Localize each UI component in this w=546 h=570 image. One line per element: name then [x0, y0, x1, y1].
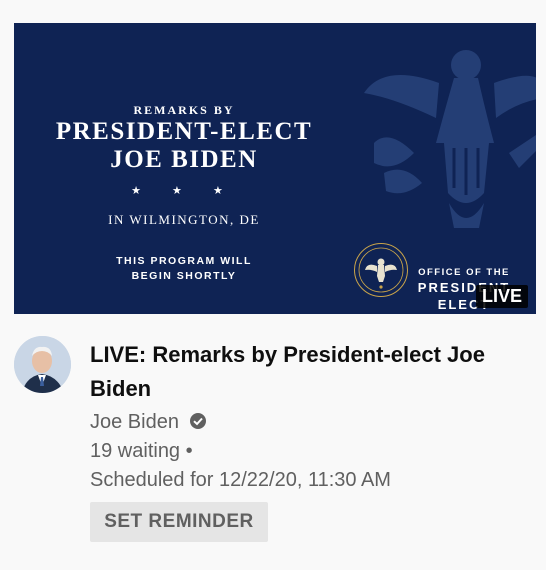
waiting-count: 19 waiting • [90, 440, 193, 462]
set-reminder-button[interactable]: SET REMINDER [90, 502, 268, 542]
scheduled-time: Scheduled for 12/22/20, 11:30 AM [90, 469, 391, 491]
channel-name[interactable]: Joe Biden [90, 411, 179, 433]
live-badge: LIVE [475, 285, 528, 308]
avatar-portrait-icon [14, 336, 71, 393]
office-label: OFFICE OF THE [418, 267, 510, 278]
thumbnail-title-line2: JOE BIDEN [110, 146, 258, 173]
eagle-seal-watermark [364, 50, 536, 228]
channel-name-row[interactable]: Joe Biden [90, 411, 207, 434]
thumbnail-remarks-by: REMARKS BY [133, 103, 235, 117]
video-thumbnail[interactable]: REMARKS BY PRESIDENT-ELECT JOE BIDEN ★ ★… [14, 23, 536, 314]
channel-avatar[interactable] [14, 336, 71, 393]
thumbnail-program-line2: BEGIN SHORTLY [131, 270, 237, 282]
thumbnail-program-line1: THIS PROGRAM WILL [116, 255, 252, 267]
thumbnail-title-line1: PRESIDENT-ELECT [55, 118, 313, 145]
thumbnail-stars: ★ ★ ★ [131, 185, 237, 197]
thumbnail-location: IN WILMINGTON, DE [108, 212, 260, 227]
verified-check-icon [189, 413, 206, 429]
presidential-seal-icon [354, 243, 408, 297]
video-title[interactable]: LIVE: Remarks by President-elect Joe Bid… [90, 338, 510, 406]
